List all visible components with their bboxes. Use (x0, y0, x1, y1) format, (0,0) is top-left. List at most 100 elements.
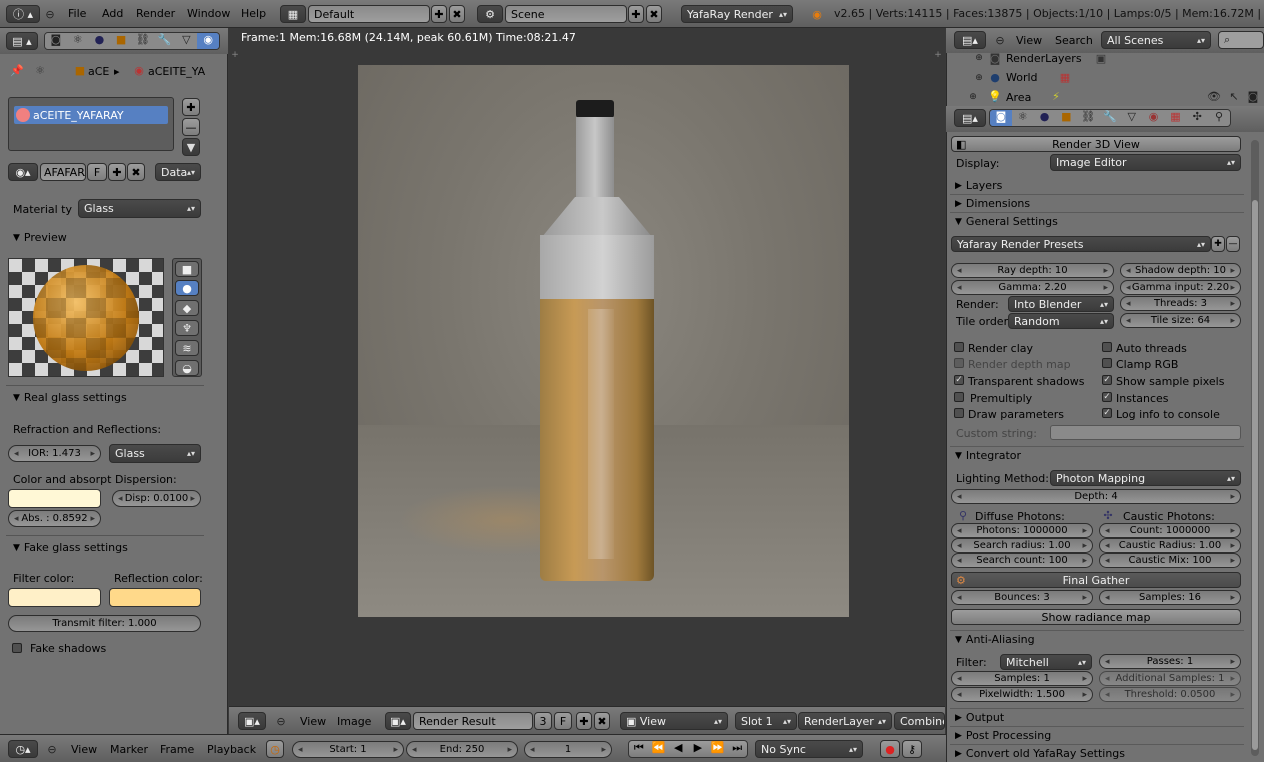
log-info-checkbox[interactable]: ✓ (1102, 408, 1112, 418)
jump-end-icon[interactable]: ⏭ (727, 741, 747, 757)
menu-file[interactable]: File (68, 7, 86, 20)
render-tab-icon-2[interactable]: ◙ (990, 110, 1012, 126)
gamma-input-field[interactable]: ◂ Gamma input: 2.20 ▸ (1120, 280, 1241, 295)
material-browse-button[interactable]: ◉▴ (8, 163, 38, 181)
menu-add[interactable]: Add (102, 7, 123, 20)
scene-tab-icon[interactable]: ⚛ (66, 33, 89, 49)
general-settings-panel-header[interactable]: ▼ General Settings (955, 215, 1058, 228)
collapse-icon[interactable]: ⊖ (44, 7, 56, 21)
timeline-menu-playback[interactable]: Playback (207, 743, 256, 756)
convert-settings-panel-header[interactable]: ▶ Convert old YafaRay Settings (955, 747, 1125, 760)
auto-threads-checkbox[interactable] (1102, 342, 1112, 352)
layout-remove-button[interactable]: ✖ (449, 5, 465, 23)
fg-samples-field[interactable]: ◂ Samples: 16 ▸ (1099, 590, 1241, 605)
timeline-type-button[interactable]: ◷▴ (8, 740, 38, 758)
info-editor-button[interactable]: ⓘ ▴ (6, 5, 40, 23)
outliner-menu-view[interactable]: View (1016, 34, 1042, 47)
fake-glass-panel-header[interactable]: ▼ Fake glass settings (13, 541, 128, 554)
material-type-select[interactable]: Glass ▴▾ (78, 199, 201, 218)
sync-select[interactable]: No Sync ▴▾ (755, 740, 863, 758)
integrator-panel-header[interactable]: ▼ Integrator (955, 449, 1021, 462)
constraint-tab-icon[interactable]: ⛓ (132, 33, 154, 49)
corner-plus-icon[interactable]: + (230, 50, 240, 60)
render-layers-tab-icon[interactable]: ⚛ (1011, 110, 1034, 126)
pixelwidth-field[interactable]: ◂ Pixelwidth: 1.500 ▸ (951, 687, 1093, 702)
slot-add-button[interactable]: ✚ (182, 98, 200, 116)
collapse-icon-4[interactable]: ⊖ (994, 33, 1006, 47)
clamp-rgb-checkbox[interactable] (1102, 358, 1112, 368)
bounces-field[interactable]: ◂ Bounces: 3 ▸ (951, 590, 1093, 605)
caustic-mix-field[interactable]: ◂ Caustic Mix: 100 ▸ (1099, 553, 1241, 568)
layout-icon-button[interactable]: ▦ (280, 5, 306, 23)
preview-panel-header[interactable]: ▼ Preview (13, 231, 67, 244)
output-panel-header[interactable]: ▶ Output (955, 711, 1004, 724)
preview-monkey-button[interactable]: ♆ (175, 320, 199, 336)
visibility-eye-icon[interactable]: 👁 (1206, 89, 1222, 103)
collapse-icon-3[interactable]: ⊖ (46, 742, 58, 756)
keying-button[interactable]: ⚷ (902, 740, 922, 758)
glass-mode-select[interactable]: Glass ▴▾ (109, 444, 201, 463)
expand-icon[interactable]: ⊕ (974, 52, 984, 64)
material-tab-icon[interactable]: ◉ (197, 33, 219, 49)
scene-remove-button[interactable]: ✖ (646, 5, 662, 23)
menu-help[interactable]: Help (241, 7, 266, 20)
expand-icon-2[interactable]: ⊕ (974, 72, 984, 84)
shadow-depth-field[interactable]: ◂ Shadow depth: 10 ▸ (1120, 263, 1241, 278)
end-frame-field[interactable]: ◂ End: 250 ▸ (406, 741, 518, 758)
scene-field[interactable]: Scene (505, 5, 627, 23)
threads-field[interactable]: ◂ Threads: 3 ▸ (1120, 296, 1241, 311)
data-tab-icon[interactable]: ▽ (175, 33, 198, 49)
aa-samples-field[interactable]: ◂ Samples: 1 ▸ (951, 671, 1093, 686)
passes-field[interactable]: ◂ Passes: 1 ▸ (1099, 654, 1241, 669)
caustic-count-field[interactable]: ◂ Count: 1000000 ▸ (1099, 523, 1241, 538)
timeline-menu-marker[interactable]: Marker (110, 743, 148, 756)
menu-window[interactable]: Window (187, 7, 230, 20)
show-radiance-map-button[interactable]: Show radiance map (951, 609, 1241, 625)
render-presets-select[interactable]: Yafaray Render Presets ▴▾ (951, 236, 1211, 252)
gamma-field[interactable]: ◂ Gamma: 2.20 ▸ (951, 280, 1114, 295)
custom-string-input[interactable] (1050, 425, 1241, 440)
render-3d-view-button[interactable]: ◧ Render 3D View (951, 136, 1241, 152)
material-new-button[interactable]: ✚ (108, 163, 126, 181)
preview-cube-button[interactable]: ◆ (175, 300, 199, 316)
properties-scrollbar[interactable] (1251, 140, 1259, 756)
world-tab-icon-2[interactable]: ● (1033, 110, 1056, 126)
render-camera-icon[interactable]: ◙ (1246, 89, 1260, 103)
render-mode-select[interactable]: Into Blender ▴▾ (1008, 296, 1114, 312)
slot-select[interactable]: Slot 1 ▴▾ (735, 712, 797, 730)
layout-field[interactable]: Default (308, 5, 430, 23)
texture-tab-icon[interactable]: ▦ (1164, 110, 1187, 126)
link-data-select[interactable]: Data ▴▾ (155, 163, 201, 181)
ior-field[interactable]: ◂ IOR: 1.473 ▸ (8, 445, 101, 462)
constraint-tab-icon-2[interactable]: ⛓ (1077, 110, 1100, 126)
outliner-search-input[interactable]: ⌕ (1218, 31, 1264, 49)
preview-sky-button[interactable]: ◒ (175, 360, 199, 376)
render-depth-map-checkbox[interactable] (954, 358, 964, 368)
expand-icon-3[interactable]: ⊕ (968, 91, 978, 103)
properties-editor-button[interactable]: ▤ ▴ (6, 32, 38, 50)
outliner-scope-select[interactable]: All Scenes ▴▾ (1101, 31, 1211, 49)
additional-samples-field[interactable]: ◂ Additional Samples: 1 ▸ (1099, 671, 1241, 686)
world-tab-icon[interactable]: ● (88, 33, 111, 49)
outliner-row-world[interactable]: World (1006, 71, 1038, 84)
render-engine-select[interactable]: YafaRay Render ▴▾ (681, 5, 793, 23)
preset-add-button[interactable]: ✚ (1211, 236, 1225, 252)
post-processing-panel-header[interactable]: ▶ Post Processing (955, 729, 1051, 742)
modifier-tab-icon[interactable]: 🔧 (153, 33, 176, 49)
outliner-type-button[interactable]: ▤▴ (954, 31, 986, 49)
layers-panel-header[interactable]: ▶ Layers (955, 179, 1002, 192)
display-select[interactable]: Image Editor ▴▾ (1050, 154, 1241, 171)
image-unlink-button[interactable]: ✖ (594, 712, 610, 730)
tile-size-field[interactable]: ◂ Tile size: 64 ▸ (1120, 313, 1241, 328)
filter-color-swatch[interactable] (8, 588, 101, 607)
preset-remove-button[interactable]: — (1226, 236, 1240, 252)
dispersion-field[interactable]: ◂ Disp: 0.0100 ▸ (112, 490, 201, 507)
jump-start-icon[interactable]: ⏮ (629, 741, 649, 757)
next-keyframe-icon[interactable]: ⏩ (708, 741, 728, 757)
current-frame-field[interactable]: ◂ 1 ▸ (524, 741, 612, 758)
absorption-field[interactable]: ◂ Abs. : 0.8592 ▸ (8, 510, 101, 527)
instances-checkbox[interactable]: ✓ (1102, 392, 1112, 402)
ray-depth-field[interactable]: ◂ Ray depth: 10 ▸ (951, 263, 1114, 278)
start-frame-field[interactable]: ◂ Start: 1 ▸ (292, 741, 404, 758)
render-pass-select[interactable]: Combine (894, 712, 945, 730)
